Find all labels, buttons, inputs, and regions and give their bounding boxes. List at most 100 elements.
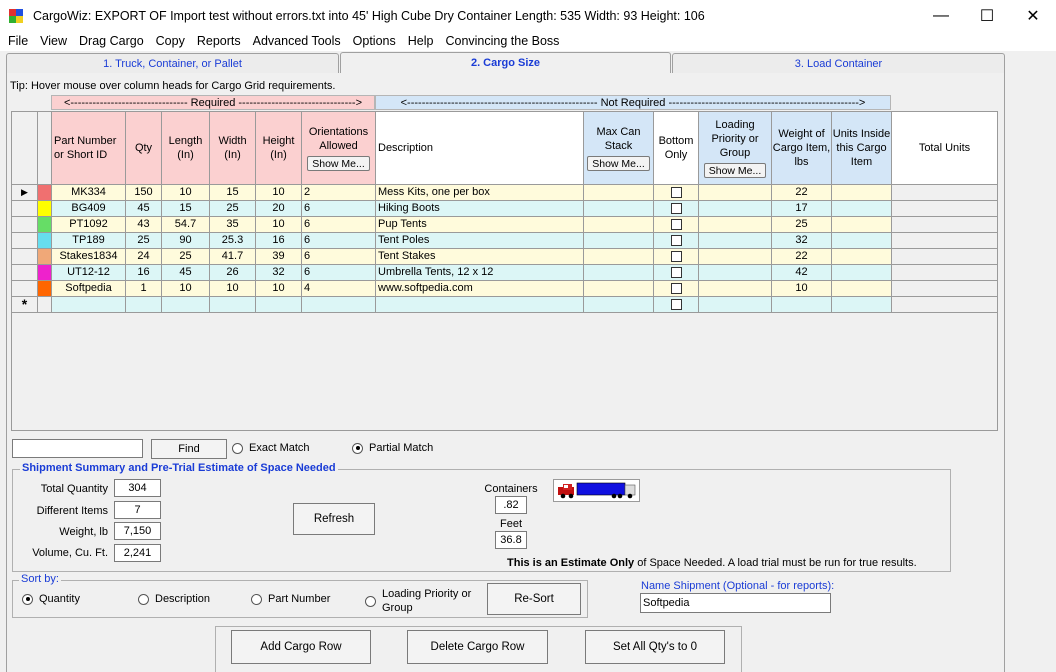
sort-priority-radio[interactable]: Loading Priority or Group (365, 587, 482, 615)
cell-priority[interactable] (699, 185, 772, 201)
cell-units[interactable] (832, 201, 892, 217)
cell-length[interactable]: 10 (162, 185, 210, 201)
row-selector[interactable] (12, 201, 38, 217)
row-selector[interactable]: * (12, 297, 38, 313)
cell-total[interactable] (892, 233, 997, 249)
cell-desc[interactable] (376, 297, 584, 313)
table-row[interactable]: BG409 45 15 25 20 6 Hiking Boots 17 (12, 201, 997, 217)
row-selector[interactable]: ▶ (12, 185, 38, 201)
bottom-only-checkbox[interactable] (670, 299, 682, 310)
cell-qty[interactable]: 1 (126, 281, 162, 297)
tab-load-container[interactable]: 3. Load Container (672, 53, 1005, 73)
cell-desc[interactable]: Tent Stakes (376, 249, 584, 265)
cell-width[interactable]: 41.7 (210, 249, 256, 265)
row-selector[interactable] (12, 265, 38, 281)
sort-quantity-radio[interactable]: Quantity (22, 593, 80, 605)
tab-cargo-size[interactable]: 2. Cargo Size (340, 52, 671, 73)
col-weight[interactable]: Weight of Cargo Item, lbs (772, 112, 832, 185)
cell-stack[interactable] (584, 185, 654, 201)
stack-show-me-button[interactable]: Show Me... (587, 156, 650, 171)
tab-truck-container[interactable]: 1. Truck, Container, or Pallet (6, 53, 339, 73)
cell-width[interactable]: 25 (210, 201, 256, 217)
bottom-only-checkbox-cell[interactable] (654, 281, 699, 297)
menu-options[interactable]: Options (347, 34, 402, 48)
bottom-only-checkbox-cell[interactable] (654, 265, 699, 281)
cell-part[interactable]: TP189 (52, 233, 126, 249)
table-row[interactable]: Softpedia 1 10 10 10 4 www.softpedia.com 10 (12, 281, 997, 297)
cell-width[interactable]: 25.3 (210, 233, 256, 249)
menu-view[interactable]: View (34, 34, 73, 48)
cell-qty[interactable]: 43 (126, 217, 162, 233)
refresh-button[interactable]: Refresh (293, 503, 375, 535)
sort-part-number-radio[interactable]: Part Number (251, 593, 330, 605)
cell-orient[interactable]: 6 (302, 233, 376, 249)
menu-file[interactable]: File (2, 34, 34, 48)
col-qty[interactable]: Qty (126, 112, 162, 185)
cell-weight[interactable]: 22 (772, 249, 832, 265)
cell-weight[interactable]: 10 (772, 281, 832, 297)
cell-height[interactable]: 32 (256, 265, 302, 281)
row-selector[interactable] (12, 217, 38, 233)
cell-length[interactable]: 90 (162, 233, 210, 249)
cell-orient[interactable]: 6 (302, 249, 376, 265)
cell-priority[interactable] (699, 281, 772, 297)
table-row[interactable]: UT12-12 16 45 26 32 6 Umbrella Tents, 12 x 12 4… (12, 265, 997, 281)
bottom-only-checkbox[interactable] (670, 235, 682, 246)
cell-units[interactable] (832, 233, 892, 249)
find-input[interactable] (12, 439, 143, 458)
sort-description-radio[interactable]: Description (138, 593, 210, 605)
cell-units[interactable] (832, 185, 892, 201)
close-button[interactable]: ✕ (1010, 0, 1056, 31)
cell-qty[interactable]: 45 (126, 201, 162, 217)
cell-stack[interactable] (584, 265, 654, 281)
add-cargo-row-button[interactable]: Add Cargo Row (231, 630, 371, 664)
menu-reports[interactable]: Reports (191, 34, 247, 48)
cell-priority[interactable] (699, 297, 772, 313)
cell-height[interactable]: 39 (256, 249, 302, 265)
bottom-only-checkbox-cell[interactable] (654, 297, 699, 313)
cell-units[interactable] (832, 297, 892, 313)
cell-units[interactable] (832, 217, 892, 233)
cell-orient[interactable]: 6 (302, 201, 376, 217)
row-selector[interactable] (12, 249, 38, 265)
col-width[interactable]: Width (In) (210, 112, 256, 185)
cell-stack[interactable] (584, 281, 654, 297)
cargo-grid[interactable]: Part Number or Short ID Qty Length (In) … (11, 111, 998, 431)
col-total-units[interactable]: Total Units (892, 112, 997, 185)
cell-weight[interactable] (772, 297, 832, 313)
menu-help[interactable]: Help (402, 34, 440, 48)
cell-units[interactable] (832, 281, 892, 297)
cell-length[interactable]: 15 (162, 201, 210, 217)
col-orientations[interactable]: Orientations Allowed Show Me... (302, 112, 376, 185)
cell-desc[interactable]: Tent Poles (376, 233, 584, 249)
cell-part[interactable]: PT1092 (52, 217, 126, 233)
bottom-only-checkbox[interactable] (670, 251, 682, 262)
col-part-number[interactable]: Part Number or Short ID (52, 112, 126, 185)
cell-stack[interactable] (584, 201, 654, 217)
bottom-only-checkbox-cell[interactable] (654, 233, 699, 249)
orientations-show-me-button[interactable]: Show Me... (307, 156, 370, 171)
cell-stack[interactable] (584, 233, 654, 249)
cell-length[interactable]: 10 (162, 281, 210, 297)
partial-match-radio[interactable]: Partial Match (352, 442, 433, 454)
col-units-inside[interactable]: Units Inside this Cargo Item (832, 112, 892, 185)
cell-total[interactable] (892, 201, 997, 217)
row-selector[interactable] (12, 233, 38, 249)
cell-width[interactable]: 10 (210, 281, 256, 297)
cell-part[interactable]: Stakes1834 (52, 249, 126, 265)
cell-part[interactable] (52, 297, 126, 313)
minimize-button[interactable]: — (918, 0, 964, 31)
cell-qty[interactable]: 24 (126, 249, 162, 265)
menu-drag-cargo[interactable]: Drag Cargo (73, 34, 150, 48)
cell-length[interactable]: 45 (162, 265, 210, 281)
table-row[interactable]: ▶ MK334 150 10 15 10 2 Mess Kits, one per box 22 (12, 185, 997, 201)
cell-total[interactable] (892, 185, 997, 201)
col-height[interactable]: Height (In) (256, 112, 302, 185)
bottom-only-checkbox-cell[interactable] (654, 201, 699, 217)
cell-weight[interactable]: 22 (772, 185, 832, 201)
cell-height[interactable]: 10 (256, 281, 302, 297)
table-row[interactable]: PT1092 43 54.7 35 10 6 Pup Tents 25 (12, 217, 997, 233)
cell-part[interactable]: UT12-12 (52, 265, 126, 281)
new-table-row[interactable]: * (12, 297, 997, 313)
cell-length[interactable]: 54.7 (162, 217, 210, 233)
